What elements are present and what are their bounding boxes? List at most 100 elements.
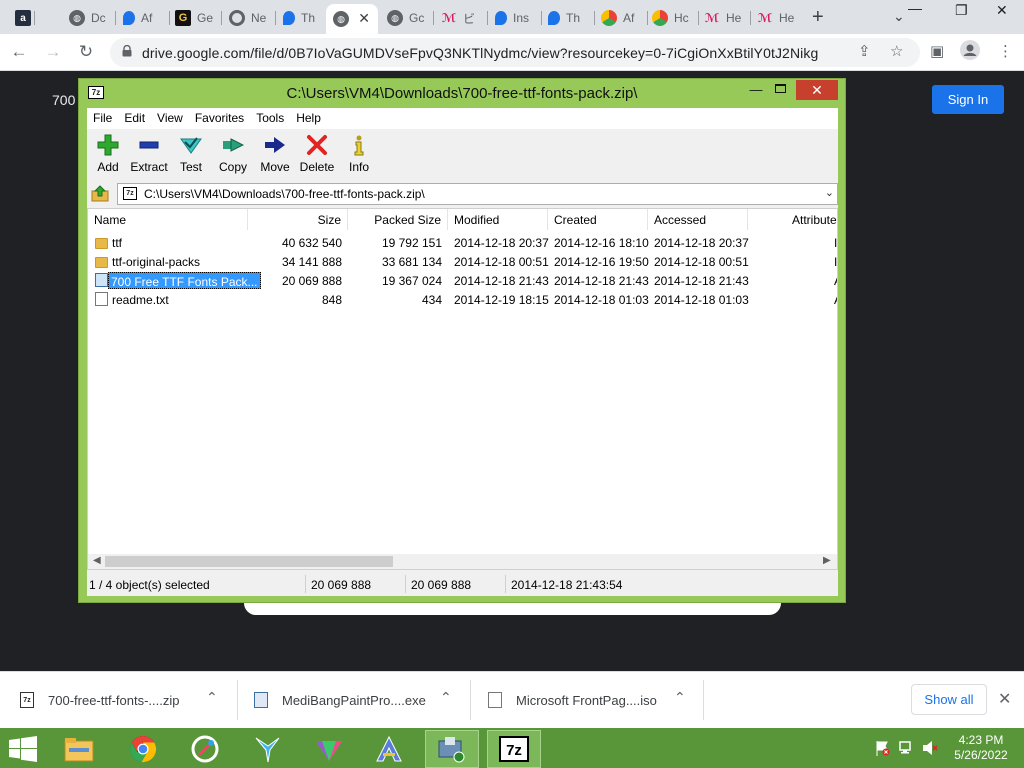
system-clock[interactable]: 4:23 PM 5/26/2022 — [946, 733, 1016, 763]
back-icon[interactable]: ← — [8, 42, 30, 62]
forward-icon[interactable]: → — [42, 42, 64, 62]
bird-app-icon[interactable] — [240, 730, 294, 768]
close-tab-icon[interactable]: ✕ — [358, 10, 370, 27]
column-header-accessed[interactable]: Accessed — [648, 209, 748, 230]
browser-tab[interactable]: ℳ ビ — [434, 4, 488, 32]
menu-favorites[interactable]: Favorites — [189, 108, 250, 129]
restore-icon[interactable]: ❐ — [955, 2, 968, 19]
flag-tray-icon[interactable] — [874, 740, 890, 756]
7zip-title-bar[interactable]: 7z C:\Users\VM4\Downloads\700-free-ttf-f… — [79, 79, 845, 107]
browser-tab[interactable]: G Ge — [168, 4, 222, 32]
kebab-menu-icon[interactable]: ⋮ — [998, 42, 1013, 60]
clock-date: 5/26/2022 — [954, 748, 1008, 762]
globe-icon: ◍ — [387, 10, 403, 26]
path-text: C:\Users\VM4\Downloads\700-free-ttf-font… — [144, 187, 425, 201]
table-row-selected[interactable]: 700 Free TTF Fonts Pack... 20 069 888 19… — [88, 271, 837, 290]
download-bar: 7z 700-free-ttf-fonts-....zip ⌃ MediBang… — [0, 671, 1024, 728]
menu-view[interactable]: View — [151, 108, 189, 129]
show-all-button[interactable]: Show all — [911, 684, 987, 715]
table-row[interactable]: readme.txt 848 434 2014-12-19 18:15 2014… — [88, 290, 837, 309]
menu-file[interactable]: File — [87, 108, 118, 129]
chevron-up-icon[interactable]: ⌃ — [674, 689, 686, 706]
browser-tab[interactable]: ◍ Dc — [62, 4, 116, 32]
path-combobox[interactable]: 7z C:\Users\VM4\Downloads\700-free-ttf-f… — [117, 183, 838, 205]
chevron-down-icon[interactable]: ⌄ — [825, 186, 834, 199]
medibang-icon[interactable] — [178, 730, 232, 768]
a-app-icon[interactable] — [362, 730, 416, 768]
chevron-up-icon[interactable]: ⌃ — [206, 689, 218, 706]
chrome-icon[interactable] — [116, 730, 170, 768]
close-button[interactable]: ✕ — [796, 80, 838, 100]
maximize-button[interactable] — [775, 84, 786, 93]
tab-search-chevron-icon[interactable]: ⌄ — [893, 8, 905, 25]
7zip-client-area: File Edit View Favorites Tools Help Add … — [87, 108, 838, 596]
scroll-right-icon[interactable]: ▶ — [823, 555, 831, 566]
windows-start-icon[interactable] — [8, 736, 38, 762]
browser-tab[interactable]: ℳ He — [697, 4, 751, 32]
add-button[interactable]: Add — [87, 134, 129, 174]
copy-button[interactable]: Copy — [212, 134, 254, 174]
edge-icon — [123, 11, 135, 25]
horizontal-scrollbar[interactable]: ◀ ▶ — [88, 554, 837, 569]
browser-tab[interactable]: Af — [116, 4, 170, 32]
bookmark-star-icon[interactable]: ☆ — [890, 42, 903, 60]
column-header-size[interactable]: Size — [248, 209, 348, 230]
url-text: drive.google.com/file/d/0B7IoVaGUMDVseFp… — [142, 45, 819, 61]
network-tray-icon[interactable] — [899, 740, 915, 756]
download-item[interactable]: Microsoft FrontPag....iso ⌃ — [488, 672, 698, 729]
table-row[interactable]: ttf 40 632 540 19 792 151 2014-12-18 20:… — [88, 233, 837, 252]
table-row[interactable]: ttf-original-packs 34 141 888 33 681 134… — [88, 252, 837, 271]
browser-tab[interactable]: Af — [594, 4, 648, 32]
minimize-icon[interactable]: — — [908, 0, 922, 16]
close-window-icon[interactable]: ✕ — [996, 2, 1008, 19]
sign-in-button[interactable]: Sign In — [932, 85, 1004, 114]
folder-icon — [95, 238, 108, 249]
side-panel-icon[interactable]: ▣ — [930, 42, 944, 60]
browser-tab[interactable]: Hc — [645, 4, 699, 32]
menu-tools[interactable]: Tools — [250, 108, 290, 129]
info-button[interactable]: Info — [338, 134, 380, 174]
installer-icon[interactable] — [425, 730, 479, 768]
browser-tab[interactable]: Th — [541, 4, 595, 32]
browser-tab[interactable]: Ins — [488, 4, 542, 32]
7zip-toolbar: Add Extract Test Copy Move Delete Info — [87, 130, 838, 180]
file-explorer-icon[interactable] — [52, 730, 106, 768]
address-bar[interactable]: drive.google.com/file/d/0B7IoVaGUMDVseFp… — [110, 38, 920, 67]
edge-icon — [495, 11, 507, 25]
column-header-modified[interactable]: Modified — [448, 209, 548, 230]
minimize-button[interactable]: — — [749, 82, 763, 97]
move-button[interactable]: Move — [254, 134, 296, 174]
menu-help[interactable]: Help — [290, 108, 327, 129]
scrollbar-thumb[interactable] — [105, 556, 393, 567]
download-item[interactable]: MediBangPaintPro....exe ⌃ — [254, 672, 464, 729]
column-header-attributes[interactable]: Attribute — [786, 209, 837, 230]
column-header-created[interactable]: Created — [548, 209, 648, 230]
volume-muted-icon[interactable] — [922, 740, 938, 756]
menu-edit[interactable]: Edit — [118, 108, 151, 129]
7zip-icon[interactable]: 7z — [487, 730, 541, 768]
profile-avatar-icon[interactable] — [960, 40, 980, 64]
gem-app-icon[interactable] — [302, 730, 356, 768]
new-tab-button[interactable]: + — [812, 6, 824, 29]
column-header-name[interactable]: Name — [88, 209, 248, 230]
scroll-left-icon[interactable]: ◀ — [93, 555, 101, 566]
browser-tab[interactable]: Th — [276, 4, 330, 32]
browser-tab[interactable]: ℳ He — [750, 4, 804, 32]
share-icon[interactable]: ⇪ — [858, 42, 871, 60]
lock-icon — [122, 45, 132, 57]
browser-tab[interactable]: a Ac — [8, 4, 35, 32]
status-packed: 20 069 888 — [411, 578, 472, 592]
download-item[interactable]: 7z 700-free-ttf-fonts-....zip ⌃ — [20, 672, 230, 729]
chevron-up-icon[interactable]: ⌃ — [440, 689, 452, 706]
test-button[interactable]: Test — [170, 134, 212, 174]
amazon-icon: a — [15, 10, 31, 26]
delete-button[interactable]: Delete — [296, 134, 338, 174]
close-download-bar-icon[interactable]: ✕ — [998, 689, 1011, 709]
column-header-packed-size[interactable]: Packed Size — [348, 209, 448, 230]
browser-tab[interactable]: ◍ Gc — [380, 4, 434, 32]
extract-button[interactable]: Extract — [128, 134, 170, 174]
reload-icon[interactable]: ↻ — [75, 42, 97, 62]
browser-tab[interactable]: Ne — [222, 4, 276, 32]
folder-up-icon[interactable] — [91, 185, 109, 202]
browser-tab-active[interactable]: ◍ ✕ — [326, 4, 378, 34]
